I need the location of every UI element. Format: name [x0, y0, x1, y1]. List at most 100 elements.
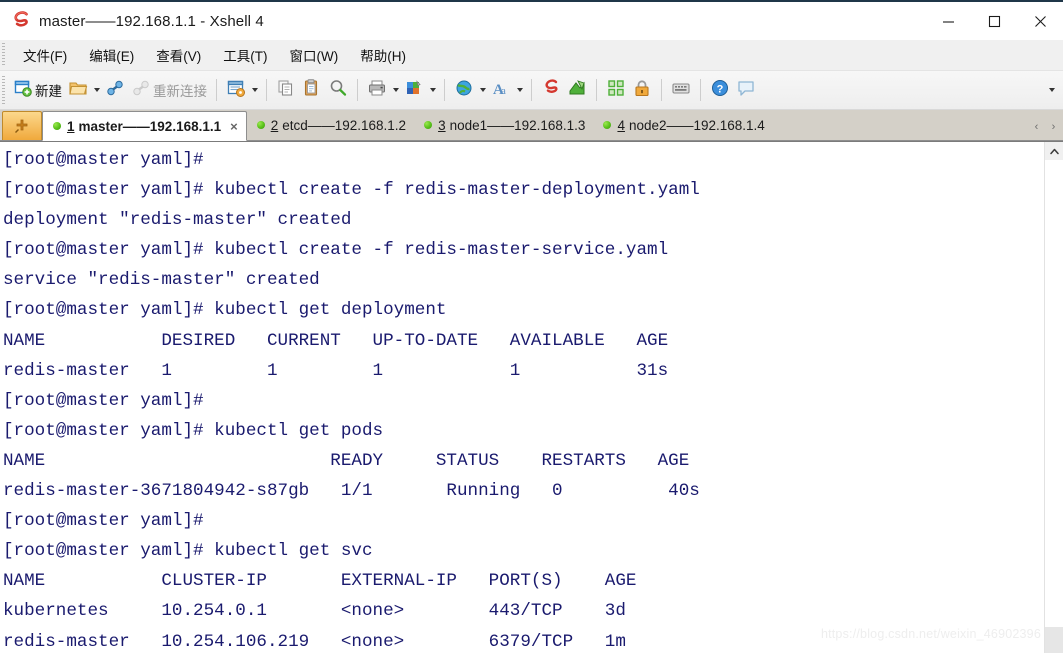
close-button[interactable]	[1017, 2, 1063, 40]
color-scheme-button[interactable]	[401, 75, 427, 105]
tab-scroll-controls: ‹ ›	[1029, 117, 1061, 137]
terminal-line: [root@master yaml]#	[3, 390, 215, 411]
terminal-line: deployment "redis-master" created	[3, 210, 352, 231]
toolbar-separator-6	[596, 79, 597, 101]
menu-tools[interactable]: 工具(T)	[212, 42, 278, 68]
chevron-down-icon	[1049, 88, 1055, 92]
chevron-down-icon	[251, 88, 258, 92]
keyboard-icon	[671, 78, 691, 103]
status-dot-icon	[53, 122, 61, 130]
tab-close-icon[interactable]: ×	[230, 120, 238, 133]
toolbar: 新建 重新连接 A a ?	[0, 71, 1063, 110]
tab-label: node1——192.168.1.3	[449, 117, 586, 133]
font-icon: A a	[491, 78, 511, 103]
new-tab-button[interactable]	[2, 111, 42, 140]
status-dot-icon	[424, 121, 433, 129]
copy-button[interactable]	[273, 75, 299, 105]
tab-session-2[interactable]: 2 etcd——192.168.1.2	[247, 111, 414, 139]
lock-icon	[632, 78, 652, 103]
menu-file[interactable]: 文件(F)	[12, 42, 78, 68]
tab-scroll-left-button[interactable]: ‹	[1029, 117, 1044, 137]
color-scheme-dropdown[interactable]	[427, 75, 438, 105]
terminal-line: redis-master 1 1 1 1 31s	[3, 360, 669, 381]
xftp-button[interactable]	[564, 75, 590, 105]
color-palette-icon	[404, 78, 424, 103]
tab-bar: 1 master——192.168.1.1 × 2 etcd——192.168.…	[0, 110, 1063, 141]
terminal-line: redis-master 10.254.106.219 <none> 6379/…	[3, 631, 626, 652]
toolbar-separator-2	[266, 79, 267, 101]
terminal-output[interactable]: [root@master yaml]# [root@master yaml]# …	[0, 142, 1044, 653]
tab-session-3[interactable]: 3 node1——192.168.1.3	[414, 111, 593, 139]
reconnect-icon	[131, 78, 151, 103]
menu-help[interactable]: 帮助(H)	[349, 42, 417, 68]
svg-text:?: ?	[717, 83, 724, 95]
session-properties-dropdown[interactable]	[249, 75, 260, 105]
terminal-area: [root@master yaml]# [root@master yaml]# …	[0, 141, 1063, 653]
terminal-line: NAME READY STATUS RESTARTS AGE	[3, 450, 690, 471]
toolbar-overflow-button[interactable]	[1049, 71, 1055, 109]
reconnect-button[interactable]: 重新连接	[128, 75, 210, 105]
new-window-icon	[13, 78, 33, 103]
arrange-windows-button[interactable]	[603, 75, 629, 105]
paste-button[interactable]	[299, 75, 325, 105]
new-session-label: 新建	[35, 84, 62, 99]
toolbar-separator-8	[700, 79, 701, 101]
terminal-scrollbar[interactable]	[1044, 142, 1063, 653]
menu-edit[interactable]: 编辑(E)	[78, 42, 145, 68]
tab-session-4[interactable]: 4 node2——192.168.1.4	[593, 111, 772, 139]
minimize-button[interactable]	[925, 2, 971, 40]
xshell-window: master——192.168.1.1 - Xshell 4 文件(F) 编辑(…	[0, 0, 1063, 653]
maximize-button[interactable]	[971, 2, 1017, 40]
menu-view[interactable]: 查看(V)	[145, 42, 212, 68]
scroll-up-button[interactable]	[1045, 142, 1063, 160]
terminal-line: kubernetes 10.254.0.1 <none> 443/TCP 3d	[3, 601, 626, 622]
terminal-line: service "redis-master" created	[3, 270, 320, 291]
chevron-down-icon	[479, 88, 486, 92]
tab-number: 1	[67, 118, 75, 134]
terminal-line: [root@master yaml]#	[3, 511, 215, 532]
tab-number: 4	[617, 117, 625, 133]
terminal-line: NAME DESIRED CURRENT UP-TO-DATE AVAILABL…	[3, 330, 669, 351]
folder-open-icon	[68, 78, 88, 103]
encoding-dropdown[interactable]	[477, 75, 488, 105]
scrollbar-track[interactable]	[1045, 160, 1063, 653]
lock-button[interactable]	[629, 75, 655, 105]
terminal-line: [root@master yaml]# kubectl get svc	[3, 541, 373, 562]
print-dropdown[interactable]	[390, 75, 401, 105]
tab-session-1[interactable]: 1 master——192.168.1.1 ×	[42, 111, 247, 141]
terminal-line: [root@master yaml]# kubectl get deployme…	[3, 300, 447, 321]
tab-number: 2	[270, 117, 279, 133]
tab-label: node2——192.168.1.4	[628, 117, 765, 133]
open-session-dropdown[interactable]	[91, 75, 102, 105]
tile-windows-icon	[606, 78, 626, 103]
menu-window[interactable]: 窗口(W)	[279, 42, 350, 68]
chevron-down-icon	[392, 88, 399, 92]
help-button[interactable]: ?	[707, 75, 733, 105]
xshell-icon	[541, 78, 561, 103]
xshell-button[interactable]	[538, 75, 564, 105]
scrollbar-thumb[interactable]	[1045, 627, 1063, 653]
toolbar-separator-3	[357, 79, 358, 101]
font-button[interactable]: A a	[488, 75, 514, 105]
toolbar-separator-4	[444, 79, 445, 101]
help-question-icon: ?	[710, 78, 730, 103]
encoding-button[interactable]	[451, 75, 477, 105]
feedback-button[interactable]	[733, 75, 759, 105]
session-properties-button[interactable]	[223, 75, 249, 105]
printer-icon	[367, 78, 387, 103]
open-session-button[interactable]	[65, 75, 91, 105]
menu-bar: 文件(F) 编辑(E) 查看(V) 工具(T) 窗口(W) 帮助(H)	[0, 40, 1063, 71]
terminal-line: [root@master yaml]# kubectl get pods	[3, 420, 384, 441]
font-dropdown[interactable]	[514, 75, 525, 105]
find-button[interactable]	[325, 75, 351, 105]
properties-window-icon	[226, 78, 246, 103]
title-bar: master——192.168.1.1 - Xshell 4	[0, 2, 1063, 40]
keyboard-button[interactable]	[668, 75, 694, 105]
toolbar-separator-7	[661, 79, 662, 101]
connect-button[interactable]	[102, 75, 128, 105]
print-button[interactable]	[364, 75, 390, 105]
connect-plug-icon	[105, 78, 125, 103]
tab-scroll-right-button[interactable]: ›	[1046, 117, 1061, 137]
new-session-button[interactable]: 新建	[10, 75, 65, 105]
xshell-app-icon	[10, 11, 32, 31]
